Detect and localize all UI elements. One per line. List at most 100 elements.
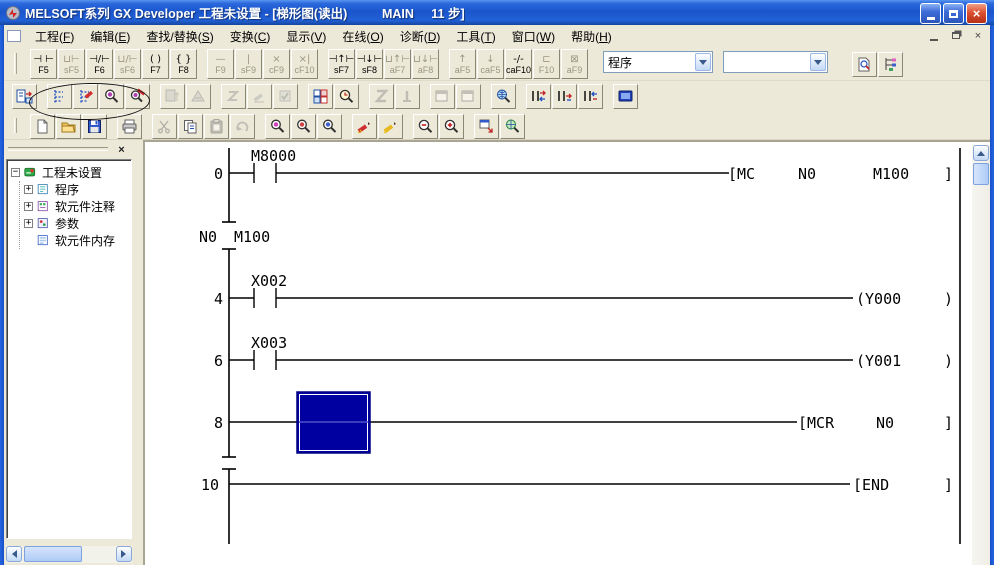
new-project-button[interactable] — [30, 114, 55, 139]
cut-button[interactable] — [152, 114, 177, 139]
panel-grip[interactable] — [8, 147, 108, 151]
ladder-list-toggle-button[interactable] — [12, 84, 37, 109]
invert-operation-button[interactable]: -/-caF10 — [505, 49, 532, 79]
ladder-editor[interactable]: M8000 0 [MC N0 M100 ] N0 M100 X002 4 (Y0… — [143, 140, 990, 565]
expand-box-icon[interactable]: + — [24, 219, 33, 228]
menu-window[interactable]: 窗口(W) — [504, 25, 563, 48]
device-skip-button[interactable] — [578, 84, 603, 109]
device-clear-pencil-button[interactable] — [378, 114, 403, 139]
toolbar-grip[interactable] — [14, 118, 17, 133]
close-button[interactable]: × — [966, 3, 987, 24]
device-find-combobox[interactable] — [723, 51, 828, 73]
line-erase-button[interactable]: ⊠aF9 — [561, 49, 588, 79]
menu-project[interactable]: 工程(F) — [27, 25, 82, 48]
find-in-program-button[interactable] — [852, 52, 877, 77]
combo-dropdown-arrow-icon[interactable] — [695, 53, 711, 71]
cross-reference-button[interactable] — [500, 114, 525, 139]
find-step-button[interactable] — [317, 114, 342, 139]
device-batch-button[interactable] — [552, 84, 577, 109]
scroll-left-arrow-icon[interactable] — [6, 546, 22, 562]
zoom-out-button[interactable] — [413, 114, 438, 139]
menu-edit[interactable]: 编辑(E) — [82, 25, 138, 48]
window-fit-button[interactable] — [474, 114, 499, 139]
panel-close-icon[interactable]: × — [114, 143, 129, 157]
closed-contact-button[interactable]: ⊣/⊢F6 — [86, 49, 113, 79]
horizontal-line-button[interactable]: —F9 — [207, 49, 234, 79]
mdi-restore-button[interactable] — [948, 28, 964, 43]
falling-pulse-button[interactable]: ↓caF5 — [477, 49, 504, 79]
tree-horizontal-scrollbar[interactable] — [6, 546, 132, 563]
falling-pulse-branch-button[interactable]: ⊔↓⊢aF8 — [412, 49, 439, 79]
menu-help[interactable]: 帮助(H) — [563, 25, 620, 48]
menu-find-replace[interactable]: 查找/替换(S) — [138, 25, 221, 48]
print-button[interactable] — [117, 114, 142, 139]
save-project-button[interactable] — [82, 114, 107, 139]
menu-online[interactable]: 在线(O) — [334, 25, 391, 48]
window-tile-button[interactable] — [430, 84, 455, 109]
find-device-button[interactable] — [265, 114, 290, 139]
ladder-vertical-scrollbar[interactable] — [972, 145, 990, 565]
closed-branch-button[interactable]: ⊔/⊢sF6 — [114, 49, 141, 79]
mdi-minimize-button[interactable] — [926, 28, 942, 43]
undo-button[interactable] — [230, 114, 255, 139]
monitor-stop-button[interactable] — [369, 84, 394, 109]
minimize-button[interactable] — [920, 3, 941, 24]
line-draw-button[interactable]: ⊏F10 — [533, 49, 560, 79]
tree-item-program[interactable]: +程序 — [20, 181, 131, 198]
open-branch-button[interactable]: ⊔⊢sF5 — [58, 49, 85, 79]
read-mode-button[interactable] — [47, 84, 72, 109]
maximize-button[interactable] — [943, 3, 964, 24]
rising-pulse-branch-button[interactable]: ⊔↑⊢aF7 — [384, 49, 411, 79]
collapse-box-icon[interactable]: − — [11, 168, 20, 177]
mdi-close-button[interactable]: × — [970, 28, 986, 43]
find-instruction-button[interactable] — [291, 114, 316, 139]
online-verify-button[interactable] — [273, 84, 298, 109]
device-test-pencil-button[interactable] — [352, 114, 377, 139]
convert-button[interactable] — [160, 84, 185, 109]
open-contact-button[interactable]: ⊣ ⊢F5 — [30, 49, 57, 79]
online-read-button[interactable] — [221, 84, 246, 109]
monitor-pause-button[interactable] — [395, 84, 420, 109]
device-monitor-button[interactable] — [613, 84, 638, 109]
scrollbar-thumb[interactable] — [24, 546, 82, 562]
menu-tools[interactable]: 工具(T) — [448, 25, 503, 48]
toolbar-grip[interactable] — [14, 53, 17, 74]
convert-run-write-button[interactable] — [186, 84, 211, 109]
combo-dropdown-arrow-icon[interactable] — [810, 53, 826, 71]
delete-vertical-line-button[interactable]: ×|cF10 — [291, 49, 318, 79]
monitor-mode-button[interactable] — [99, 84, 124, 109]
project-data-list-toggle-button[interactable] — [878, 52, 903, 77]
label-grid-button[interactable] — [308, 84, 333, 109]
tree-item-device-comment[interactable]: +软元件注释 — [20, 198, 131, 215]
device-find-globe-button[interactable] — [491, 84, 516, 109]
paste-button[interactable] — [204, 114, 229, 139]
delete-horizontal-line-button[interactable]: ×cF9 — [263, 49, 290, 79]
monitor-start-button[interactable] — [334, 84, 359, 109]
open-project-button[interactable] — [56, 114, 81, 139]
device-test-button[interactable] — [526, 84, 551, 109]
falling-pulse-contact-button[interactable]: ⊣↓⊢sF8 — [356, 49, 383, 79]
copy-button[interactable] — [178, 114, 203, 139]
write-mode-button[interactable] — [73, 84, 98, 109]
scrollbar-thumb[interactable] — [973, 163, 989, 185]
online-write-button[interactable] — [247, 84, 272, 109]
tree-item-parameter[interactable]: +参数 — [20, 215, 131, 232]
vertical-line-button[interactable]: |sF9 — [235, 49, 262, 79]
zoom-in-button[interactable] — [439, 114, 464, 139]
tree-item-device-memory[interactable]: 软元件内存 — [20, 232, 131, 249]
monitor-write-mode-button[interactable] — [125, 84, 150, 109]
coil-button[interactable]: ( )F7 — [142, 49, 169, 79]
menu-convert[interactable]: 变换(C) — [222, 25, 279, 48]
tree-root-project[interactable]: −工程未设置 — [11, 164, 131, 181]
ladder-cursor[interactable] — [297, 392, 370, 453]
rising-pulse-button[interactable]: ↑aF5 — [449, 49, 476, 79]
window-cascade-button[interactable] — [456, 84, 481, 109]
scroll-right-arrow-icon[interactable] — [116, 546, 132, 562]
expand-box-icon[interactable]: + — [24, 185, 33, 194]
program-mode-combobox[interactable]: 程序 — [603, 51, 713, 73]
scroll-up-arrow-icon[interactable] — [973, 145, 989, 161]
rising-pulse-contact-button[interactable]: ⊣↑⊢sF7 — [328, 49, 355, 79]
menu-view[interactable]: 显示(V) — [278, 25, 334, 48]
expand-box-icon[interactable]: + — [24, 202, 33, 211]
application-instruction-button[interactable]: { }F8 — [170, 49, 197, 79]
